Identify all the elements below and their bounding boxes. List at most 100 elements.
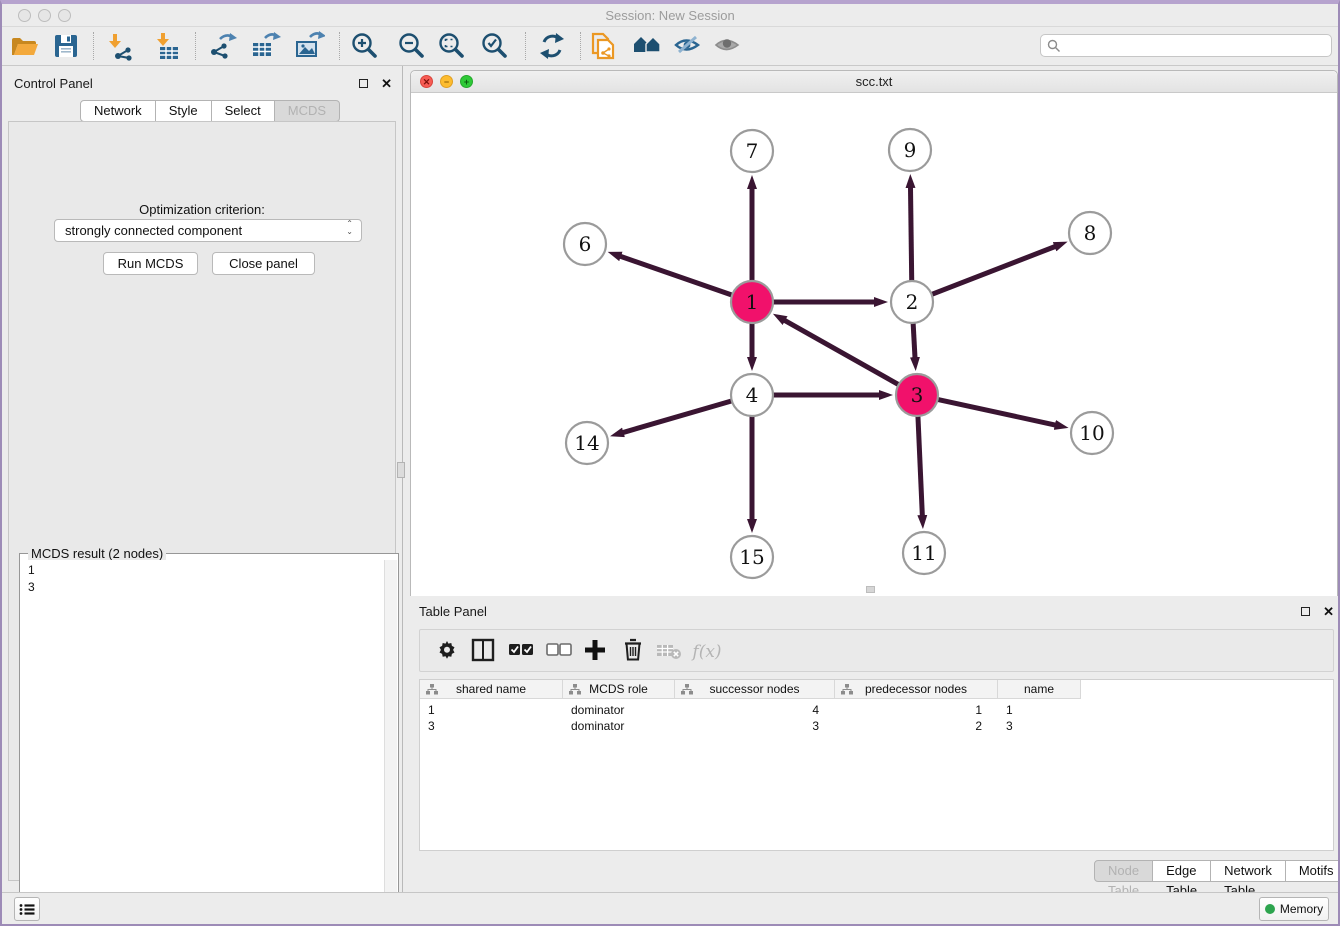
add-row-icon[interactable] — [580, 637, 610, 667]
zoom-out-icon[interactable] — [396, 30, 428, 62]
tab-style[interactable]: Style — [156, 100, 212, 122]
tab-edge-table[interactable]: Edge Table — [1153, 860, 1211, 882]
tab-node-table[interactable]: Node Table — [1094, 860, 1153, 882]
table-cell[interactable]: 3 — [675, 718, 835, 734]
delete-table-icon[interactable] — [654, 637, 684, 667]
show-all-icon[interactable] — [712, 30, 744, 62]
svg-text:3: 3 — [911, 383, 924, 407]
criterion-select[interactable]: strongly connected component ⌃⌄ — [54, 219, 362, 242]
close-panel-button[interactable]: Close panel — [212, 252, 315, 275]
panel-divider-handle[interactable] — [397, 462, 405, 478]
svg-text:15: 15 — [739, 545, 764, 569]
search-icon — [1047, 39, 1061, 53]
column-header-name[interactable]: name — [998, 680, 1081, 699]
export-image-icon[interactable] — [293, 30, 325, 62]
run-mcds-button[interactable]: Run MCDS — [103, 252, 198, 275]
graph-node-2[interactable]: 2 — [891, 281, 933, 323]
table-cell[interactable]: 3 — [998, 718, 1081, 734]
open-session-icon[interactable] — [8, 30, 40, 62]
function-builder-icon[interactable]: f(x) — [692, 637, 722, 667]
close-panel-icon[interactable]: ✕ — [381, 76, 392, 92]
network-window-titlebar[interactable]: ✕ − + scc.txt — [411, 71, 1337, 93]
table-cell[interactable]: 1 — [420, 702, 563, 718]
import-table-icon[interactable] — [152, 30, 184, 62]
table-cell[interactable]: 3 — [420, 718, 563, 734]
deselect-all-icon[interactable] — [544, 637, 574, 667]
select-stepper-icon: ⌃⌄ — [346, 220, 353, 236]
svg-text:1: 1 — [746, 290, 759, 314]
result-scrollbar[interactable] — [384, 560, 397, 926]
graph-node-7[interactable]: 7 — [731, 130, 773, 172]
graph-edge-2-3[interactable] — [913, 323, 915, 358]
graph-node-14[interactable]: 14 — [566, 422, 608, 464]
zoom-fit-icon[interactable] — [436, 30, 468, 62]
graph-edge-3-10[interactable] — [938, 399, 1056, 425]
panel-divider[interactable] — [402, 66, 403, 896]
graph-edge-2-8[interactable] — [932, 246, 1056, 294]
list-icon — [19, 903, 35, 916]
control-panel: Control Panel ✕ Network Style Select MCD… — [2, 66, 402, 896]
graph-node-8[interactable]: 8 — [1069, 212, 1111, 254]
first-neighbors-icon[interactable] — [632, 30, 664, 62]
memory-button[interactable]: Memory — [1259, 897, 1329, 921]
table-cell[interactable]: 1 — [998, 702, 1081, 718]
graph-node-6[interactable]: 6 — [564, 223, 606, 265]
table-settings-icon[interactable] — [432, 637, 462, 667]
svg-text:2: 2 — [906, 290, 919, 314]
graph-edge-3-1[interactable] — [784, 320, 898, 385]
select-all-icon[interactable] — [506, 637, 536, 667]
task-history-button[interactable] — [14, 897, 40, 921]
svg-text:4: 4 — [746, 383, 759, 407]
control-panel-title: Control Panel — [14, 76, 93, 91]
table-cell[interactable]: 2 — [835, 718, 998, 734]
delete-row-icon[interactable] — [618, 637, 648, 667]
graph-node-10[interactable]: 10 — [1071, 412, 1113, 454]
hide-selected-icon[interactable] — [672, 30, 704, 62]
tab-mcds[interactable]: MCDS — [275, 100, 340, 122]
graph-edge-3-11[interactable] — [918, 416, 922, 516]
show-column-icon[interactable] — [468, 637, 498, 667]
table-cell[interactable]: dominator — [563, 702, 675, 718]
zoom-in-icon[interactable] — [349, 30, 381, 62]
export-network-icon[interactable] — [206, 30, 238, 62]
table-row[interactable]: 1dominator411 — [420, 702, 1081, 718]
export-table-icon[interactable] — [249, 30, 281, 62]
svg-text:8: 8 — [1084, 221, 1097, 245]
close-table-panel-icon[interactable]: ✕ — [1323, 604, 1334, 620]
tab-select[interactable]: Select — [212, 100, 275, 122]
graph-edge-4-14[interactable] — [623, 401, 732, 433]
clone-network-icon[interactable] — [587, 30, 619, 62]
search-input[interactable] — [1065, 36, 1325, 55]
graph-node-9[interactable]: 9 — [889, 129, 931, 171]
graph-node-15[interactable]: 15 — [731, 536, 773, 578]
import-network-icon[interactable] — [104, 30, 136, 62]
graph-node-11[interactable]: 11 — [903, 532, 945, 574]
tab-motifs[interactable]: Motifs — [1286, 860, 1340, 882]
tab-network[interactable]: Network — [80, 100, 156, 122]
column-header-predecessor-nodes[interactable]: predecessor nodes — [835, 680, 998, 699]
graph-edge-1-6[interactable] — [620, 256, 732, 295]
tab-network-table[interactable]: Network Table — [1211, 860, 1286, 882]
mcds-result-list[interactable]: 13 — [21, 560, 384, 926]
column-header-MCDS-role[interactable]: MCDS role — [563, 680, 675, 699]
window-titlebar: Session: New Session — [2, 4, 1338, 27]
window-resize-handle[interactable] — [866, 586, 875, 593]
float-table-panel-icon[interactable] — [1301, 607, 1310, 616]
network-canvas[interactable]: 7 9 6 8 1 2 4 3 14 10 15 11 — [411, 93, 1337, 596]
table-cell[interactable]: 4 — [675, 702, 835, 718]
table-row[interactable]: 3dominator323 — [420, 718, 1081, 734]
graph-node-4[interactable]: 4 — [731, 374, 773, 416]
column-header-successor-nodes[interactable]: successor nodes — [675, 680, 835, 699]
save-session-icon[interactable] — [50, 30, 82, 62]
graph-edge-2-9[interactable] — [910, 187, 911, 281]
table-cell[interactable]: dominator — [563, 718, 675, 734]
zoom-selected-icon[interactable] — [479, 30, 511, 62]
graph-node-1[interactable]: 1 — [731, 281, 773, 323]
network-graph: 7 9 6 8 1 2 4 3 14 10 15 11 — [411, 93, 1337, 596]
table-cell[interactable]: 1 — [835, 702, 998, 718]
refresh-icon[interactable] — [536, 30, 568, 62]
column-header-shared-name[interactable]: shared name — [420, 680, 563, 699]
svg-text:7: 7 — [746, 139, 759, 163]
graph-node-3[interactable]: 3 — [896, 374, 938, 416]
float-panel-icon[interactable] — [359, 79, 368, 88]
